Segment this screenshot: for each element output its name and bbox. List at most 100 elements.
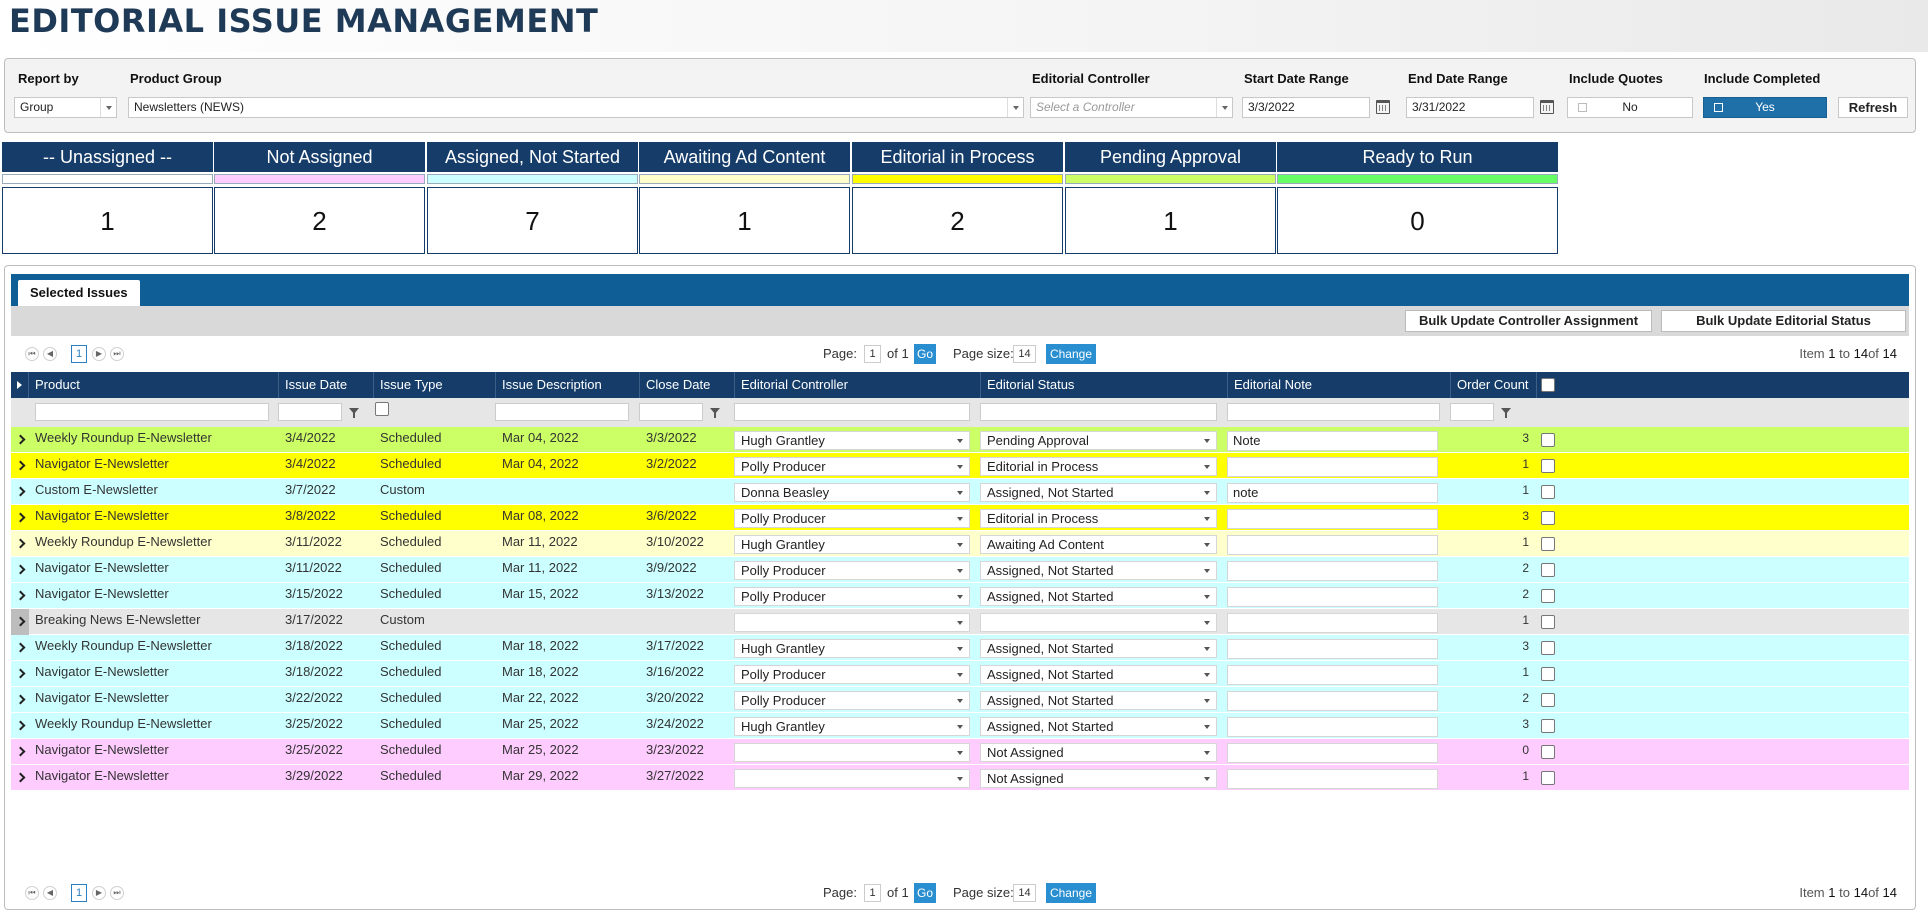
tab-selected-issues[interactable]: Selected Issues [18, 280, 140, 306]
bulk-update-controller-button[interactable]: Bulk Update Controller Assignment [1405, 310, 1652, 332]
editorial-note-input[interactable] [1227, 561, 1438, 581]
editorial-note-input[interactable] [1227, 535, 1438, 555]
filter-icon[interactable] [349, 408, 359, 418]
row-select-checkbox[interactable] [1541, 615, 1555, 629]
page-size-input[interactable]: 14 [1013, 884, 1036, 902]
filter-close-date-input[interactable] [639, 403, 703, 421]
row-select-checkbox[interactable] [1541, 563, 1555, 577]
first-page-icon[interactable]: ⏮ [25, 886, 39, 900]
page-number-button[interactable]: 1 [71, 345, 87, 363]
page-number-button[interactable]: 1 [71, 884, 87, 902]
table-row[interactable]: Navigator E-Newsletter 3/18/2022 Scheduled… [11, 661, 1909, 687]
table-row[interactable]: Weekly Roundup E-Newsletter 3/18/2022 Sche… [11, 635, 1909, 661]
next-page-icon[interactable]: ▶ [92, 347, 106, 361]
editorial-note-input[interactable] [1227, 587, 1438, 607]
expand-row-icon[interactable] [11, 453, 29, 479]
end-date-input[interactable]: 3/31/2022 [1406, 97, 1534, 118]
editorial-note-input[interactable] [1227, 743, 1438, 763]
calendar-icon[interactable] [1540, 100, 1554, 114]
controller-dropdown[interactable]: Hugh Grantley [734, 431, 970, 450]
table-row[interactable]: Navigator E-Newsletter 3/29/2022 Scheduled… [11, 765, 1909, 791]
include-quotes-toggle[interactable]: No [1567, 97, 1693, 118]
status-dropdown[interactable]: Not Assigned [980, 769, 1217, 788]
expand-row-icon[interactable] [11, 583, 29, 609]
row-select-checkbox[interactable] [1541, 771, 1555, 785]
controller-select[interactable]: Select a Controller [1030, 97, 1233, 118]
filter-note-input[interactable] [1227, 403, 1440, 421]
row-select-checkbox[interactable] [1541, 745, 1555, 759]
expand-row-icon[interactable] [11, 557, 29, 583]
controller-dropdown[interactable] [734, 769, 970, 788]
col-editorial-note[interactable]: Editorial Note [1228, 372, 1451, 398]
filter-product-input[interactable] [35, 403, 269, 421]
controller-dropdown[interactable]: Polly Producer [734, 587, 970, 606]
filter-controller-input[interactable] [734, 403, 970, 421]
first-page-icon[interactable]: ⏮ [25, 347, 39, 361]
last-page-icon[interactable]: ⏭ [110, 886, 124, 900]
filter-issue-type-checkbox[interactable] [375, 402, 389, 416]
filter-description-input[interactable] [495, 403, 629, 421]
col-product[interactable]: Product [29, 372, 279, 398]
select-all-checkbox[interactable] [1541, 378, 1555, 392]
controller-dropdown[interactable]: Polly Producer [734, 691, 970, 710]
status-dropdown[interactable]: Assigned, Not Started [980, 665, 1217, 684]
row-select-checkbox[interactable] [1541, 667, 1555, 681]
row-select-checkbox[interactable] [1541, 719, 1555, 733]
editorial-note-input[interactable] [1227, 717, 1438, 737]
table-row[interactable]: Navigator E-Newsletter 3/25/2022 Scheduled… [11, 739, 1909, 765]
filter-icon[interactable] [710, 408, 720, 418]
table-row[interactable]: Weekly Roundup E-Newsletter 3/25/2022 Sche… [11, 713, 1909, 739]
editorial-note-input[interactable] [1227, 691, 1438, 711]
filter-status-input[interactable] [980, 403, 1217, 421]
table-row[interactable]: Custom E-Newsletter 3/7/2022 Custom Donna B… [11, 479, 1909, 505]
editorial-note-input[interactable] [1227, 769, 1438, 789]
controller-dropdown[interactable]: Donna Beasley [734, 483, 970, 502]
refresh-button[interactable]: Refresh [1838, 97, 1908, 118]
editorial-note-input[interactable]: Note [1227, 431, 1438, 451]
controller-dropdown[interactable] [734, 743, 970, 762]
filter-issue-date-input[interactable] [278, 403, 342, 421]
table-row[interactable]: Breaking News E-Newsletter 3/17/2022 Custo… [11, 609, 1909, 635]
include-completed-toggle[interactable]: Yes [1703, 97, 1827, 118]
status-card[interactable]: Awaiting Ad Content 1 [639, 142, 850, 255]
editorial-note-input[interactable]: note [1227, 483, 1438, 503]
col-issue-description[interactable]: Issue Description [496, 372, 640, 398]
expand-row-icon[interactable] [11, 505, 29, 531]
status-dropdown[interactable]: Assigned, Not Started [980, 483, 1217, 502]
editorial-note-input[interactable] [1227, 639, 1438, 659]
expand-row-icon[interactable] [11, 687, 29, 713]
status-dropdown[interactable]: Not Assigned [980, 743, 1217, 762]
prev-page-icon[interactable]: ◀ [43, 347, 57, 361]
col-order-count[interactable]: Order Count [1451, 372, 1537, 398]
expand-row-icon[interactable] [11, 427, 29, 453]
status-dropdown[interactable]: Assigned, Not Started [980, 691, 1217, 710]
row-select-checkbox[interactable] [1541, 589, 1555, 603]
status-dropdown[interactable]: Editorial in Process [980, 509, 1217, 528]
table-row[interactable]: Navigator E-Newsletter 3/8/2022 Scheduled M… [11, 505, 1909, 531]
row-select-checkbox[interactable] [1541, 641, 1555, 655]
editorial-note-input[interactable] [1227, 457, 1438, 477]
report-by-select[interactable]: Group [14, 97, 117, 118]
change-button[interactable]: Change [1046, 883, 1096, 903]
page-input[interactable]: 1 [864, 345, 881, 363]
status-card[interactable]: Pending Approval 1 [1065, 142, 1276, 255]
controller-dropdown[interactable]: Hugh Grantley [734, 639, 970, 658]
go-button[interactable]: Go [914, 344, 936, 364]
col-issue-type[interactable]: Issue Type [374, 372, 496, 398]
page-input[interactable]: 1 [864, 884, 881, 902]
status-dropdown[interactable]: Assigned, Not Started [980, 561, 1217, 580]
col-editorial-controller[interactable]: Editorial Controller [735, 372, 981, 398]
controller-dropdown[interactable] [734, 613, 970, 632]
col-issue-date[interactable]: Issue Date [279, 372, 374, 398]
expand-all-icon[interactable] [11, 372, 29, 398]
expand-row-icon[interactable] [11, 479, 29, 505]
page-size-input[interactable]: 14 [1013, 345, 1036, 363]
editorial-note-input[interactable] [1227, 665, 1438, 685]
col-close-date[interactable]: Close Date [640, 372, 735, 398]
editorial-note-input[interactable] [1227, 509, 1438, 529]
change-button[interactable]: Change [1046, 344, 1096, 364]
table-row[interactable]: Weekly Roundup E-Newsletter 3/11/2022 Sche… [11, 531, 1909, 557]
row-select-checkbox[interactable] [1541, 511, 1555, 525]
prev-page-icon[interactable]: ◀ [43, 886, 57, 900]
filter-icon[interactable] [1501, 408, 1511, 418]
